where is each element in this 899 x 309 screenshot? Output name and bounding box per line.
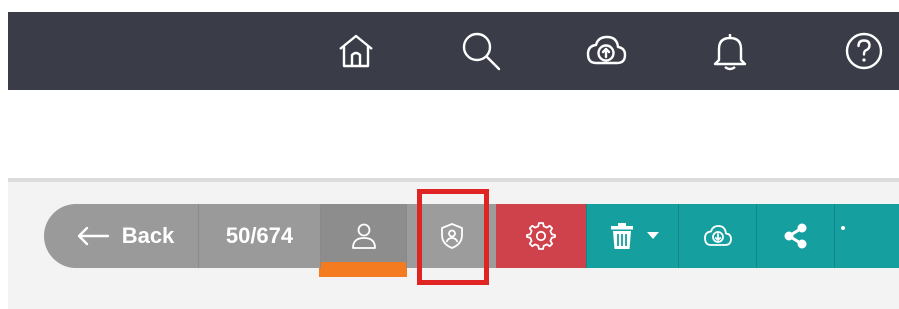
record-counter-label: 50/674 bbox=[225, 223, 294, 248]
search-button[interactable] bbox=[451, 12, 511, 90]
record-counter: 50/674 bbox=[198, 204, 320, 268]
download-button[interactable] bbox=[678, 204, 756, 268]
settings-button[interactable] bbox=[496, 204, 586, 268]
cloud-upload-icon bbox=[586, 35, 627, 65]
shield-user-icon bbox=[440, 223, 463, 249]
help-button[interactable] bbox=[834, 12, 894, 90]
back-button[interactable]: Back bbox=[44, 204, 198, 268]
search-icon bbox=[462, 32, 501, 71]
back-label: Back bbox=[121, 223, 175, 248]
cloud-download-icon bbox=[703, 225, 732, 246]
help-icon bbox=[845, 32, 883, 70]
top-navigation-bar bbox=[8, 12, 899, 90]
home-icon bbox=[339, 34, 373, 68]
person-icon bbox=[351, 223, 376, 249]
notifications-button[interactable] bbox=[700, 12, 760, 90]
delete-dropdown-button[interactable] bbox=[586, 204, 678, 268]
arrow-left-icon bbox=[77, 226, 109, 246]
sub-header bbox=[8, 90, 899, 178]
caret-down-icon bbox=[646, 232, 659, 239]
share-button[interactable] bbox=[756, 204, 834, 268]
gear-icon bbox=[526, 222, 556, 250]
record-toolbar: Back 50/674 bbox=[44, 204, 899, 268]
upload-button[interactable] bbox=[576, 12, 636, 90]
more-button[interactable] bbox=[834, 204, 899, 268]
profile-tab-button[interactable] bbox=[320, 204, 406, 268]
security-tab-button[interactable] bbox=[406, 204, 496, 268]
more-icon bbox=[841, 226, 845, 230]
bell-icon bbox=[713, 34, 747, 71]
active-tab-indicator bbox=[319, 268, 407, 277]
trash-icon bbox=[610, 223, 633, 249]
home-button[interactable] bbox=[326, 12, 386, 90]
share-icon bbox=[784, 223, 806, 249]
